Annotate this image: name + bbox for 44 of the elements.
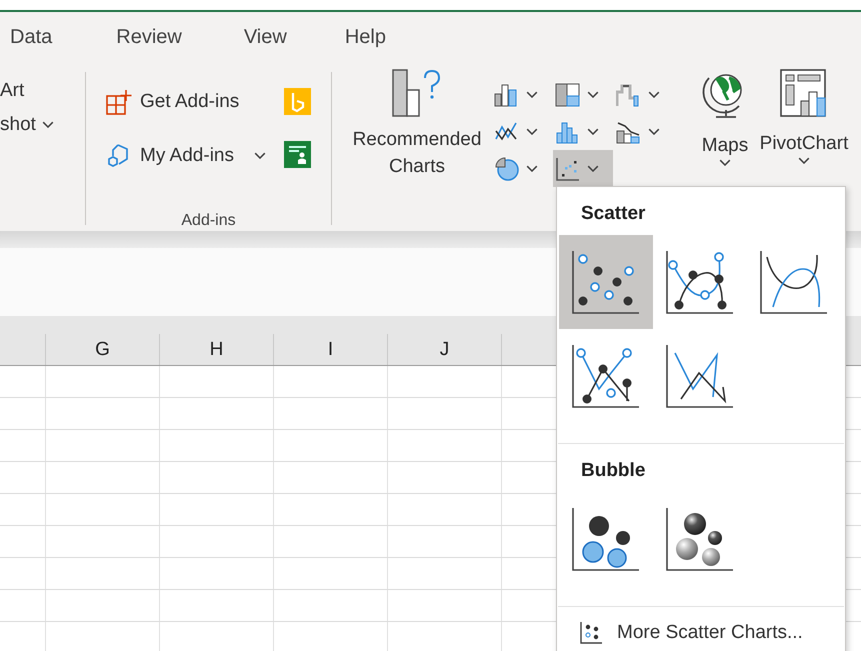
ribbon-tab[interactable]: Review — [112, 26, 186, 48]
column-header[interactable]: G — [95, 338, 110, 360]
chevron-down-icon — [719, 159, 731, 166]
ribbon-tab[interactable]: View — [240, 26, 291, 48]
chart-question-icon — [391, 68, 443, 118]
chevron-down-icon — [648, 90, 660, 98]
3d-bubble-chart-icon — [665, 506, 735, 572]
treemap-chart-icon — [555, 82, 581, 108]
group-label: Add-ins — [181, 212, 236, 230]
add-ins-button[interactable]: My Add-ins — [106, 142, 266, 170]
chart-option[interactable] — [559, 235, 653, 329]
chevron-down-icon — [587, 164, 599, 172]
chevron-down-icon — [648, 128, 660, 136]
straight-line-markers-chart-icon — [571, 343, 641, 409]
ribbon-tab[interactable]: Help — [340, 26, 390, 48]
ribbon-tab[interactable]: Data — [6, 26, 56, 48]
chevron-down-icon — [587, 90, 599, 98]
scatter-markers-chart-icon — [571, 249, 641, 315]
chart-type-button[interactable] — [553, 150, 613, 187]
chevron-down-icon — [526, 90, 538, 98]
smooth-line-chart-icon — [759, 249, 829, 315]
recommended-charts-button[interactable]: Recommended Charts — [350, 68, 484, 231]
column-header[interactable]: I — [328, 338, 334, 360]
more-charts-link[interactable]: More Scatter Charts... — [557, 607, 803, 645]
bubble-chart-icon — [571, 506, 641, 572]
pie-chart-icon — [494, 156, 520, 182]
people-graph-app-icon[interactable] — [284, 141, 311, 168]
add-ins-button[interactable]: Get Add-ins — [106, 88, 266, 116]
section-heading: Scatter — [580, 202, 646, 226]
scatter-chart-icon — [555, 156, 581, 182]
chevron-down-icon — [587, 128, 599, 136]
ribbon-command[interactable]: shot — [0, 114, 85, 136]
straight-line-chart-icon — [665, 343, 735, 409]
chevron-down-icon — [526, 164, 538, 172]
column-header[interactable]: H — [210, 338, 224, 360]
pivot-chart-icon — [779, 68, 829, 120]
smooth-line-markers-chart-icon — [665, 249, 735, 315]
chevron-down-icon — [526, 128, 538, 136]
column-header[interactable]: J — [440, 338, 450, 360]
section-heading: Bubble — [580, 459, 646, 483]
scatter-chart-icon — [579, 621, 603, 645]
add-grid-icon — [106, 89, 132, 115]
chevron-down-icon — [798, 157, 810, 164]
ribbon-command[interactable]: Art — [0, 80, 85, 102]
